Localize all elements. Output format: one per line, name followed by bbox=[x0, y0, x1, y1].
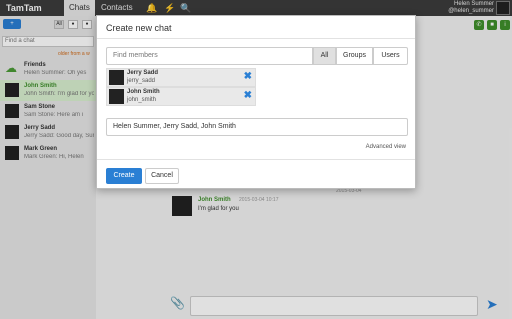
create-button[interactable]: Create bbox=[106, 168, 142, 184]
member-name: John Smith bbox=[127, 89, 160, 95]
filter-groups[interactable]: Groups bbox=[336, 47, 373, 65]
chat-name-input[interactable]: Helen Summer, Jerry Sadd, John Smith bbox=[106, 118, 408, 136]
avatar bbox=[109, 70, 124, 85]
member-login: jerry_sadd bbox=[127, 78, 156, 84]
advanced-view-link[interactable]: Advanced view bbox=[366, 144, 406, 150]
dialog-title: Create new chat bbox=[106, 23, 172, 33]
filter-all[interactable]: All bbox=[313, 47, 336, 65]
divider bbox=[97, 38, 415, 39]
selected-member: Jerry Sadd jerry_sadd ✖ bbox=[106, 68, 256, 87]
avatar bbox=[109, 89, 124, 104]
member-login: john_smith bbox=[127, 97, 157, 103]
cancel-button[interactable]: Cancel bbox=[145, 168, 179, 184]
find-members-input[interactable]: Find members bbox=[106, 47, 313, 65]
filter-users[interactable]: Users bbox=[373, 47, 408, 65]
create-chat-dialog: Create new chat Find members All Groups … bbox=[96, 15, 416, 189]
selected-member: John Smith john_smith ✖ bbox=[106, 87, 256, 106]
remove-icon[interactable]: ✖ bbox=[244, 90, 252, 101]
divider bbox=[97, 159, 415, 160]
member-name: Jerry Sadd bbox=[127, 70, 159, 76]
remove-icon[interactable]: ✖ bbox=[244, 71, 252, 82]
